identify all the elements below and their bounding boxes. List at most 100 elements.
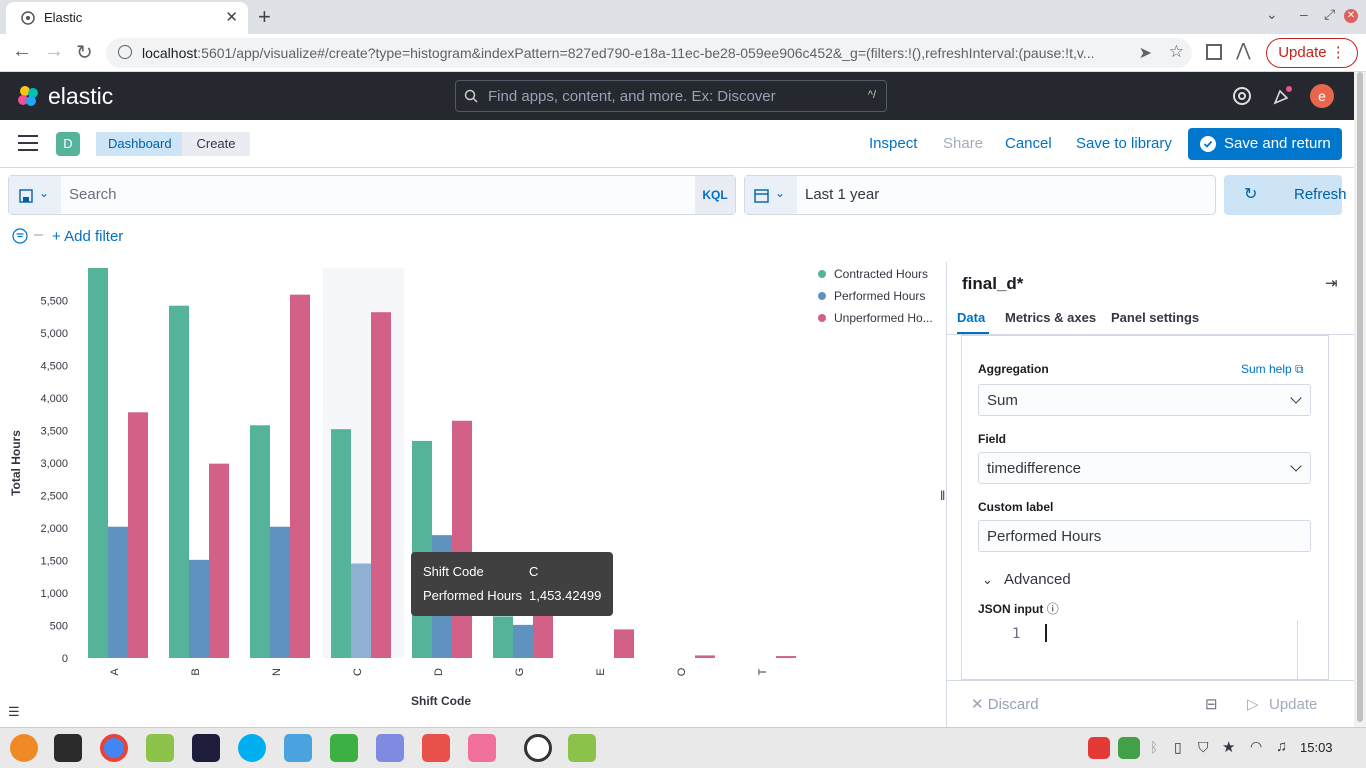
- brand-name[interactable]: elastic: [48, 83, 113, 110]
- update-button[interactable]: ▷ Update: [1231, 689, 1335, 721]
- send-icon[interactable]: ➤: [1139, 43, 1152, 63]
- auto-apply-icon[interactable]: ⊟: [1205, 695, 1218, 713]
- custom-label-input[interactable]: Performed Hours: [978, 520, 1311, 552]
- chart-bar[interactable]: [189, 559, 209, 658]
- quick-menu-button[interactable]: ⌄: [745, 176, 797, 214]
- browser-update-button[interactable]: Update ⋮: [1266, 38, 1358, 68]
- site-info-icon[interactable]: [118, 45, 132, 59]
- spreadsheet-icon[interactable]: [330, 734, 358, 762]
- chart-bar[interactable]: [108, 526, 128, 658]
- sum-help-link[interactable]: Sum help ⧉: [1241, 362, 1304, 377]
- legend-toggle-icon[interactable]: ☰: [8, 704, 20, 720]
- tab-metrics-axes[interactable]: Metrics & axes: [1005, 310, 1096, 325]
- side-panel-icon[interactable]: [1206, 44, 1222, 60]
- refresh-button[interactable]: ↻ Refresh: [1224, 175, 1347, 215]
- reload-icon[interactable]: ↻: [76, 40, 93, 65]
- collapse-sidebar-icon[interactable]: ⇥: [1325, 274, 1338, 292]
- tab-close-icon[interactable]: ✕: [225, 8, 238, 26]
- shield-icon[interactable]: ⛉: [1198, 739, 1209, 756]
- news-feed-icon[interactable]: [1272, 86, 1292, 106]
- address-bar[interactable]: localhost:5601/app/visualize#/create?typ…: [106, 38, 1192, 68]
- chart-bar[interactable]: [270, 526, 290, 658]
- anydesk-tray-icon[interactable]: [1088, 737, 1110, 759]
- filter-options-icon[interactable]: [12, 228, 28, 244]
- legend-item[interactable]: Performed Hours: [834, 289, 925, 303]
- chart-bar[interactable]: [493, 616, 513, 658]
- bluetooth-icon[interactable]: ᛒ: [1150, 739, 1158, 755]
- help-icon[interactable]: [1232, 86, 1252, 106]
- tab-panel-settings[interactable]: Panel settings: [1111, 310, 1199, 325]
- inspect-link[interactable]: Inspect: [869, 135, 917, 152]
- skype-icon[interactable]: [238, 734, 266, 762]
- forward-icon[interactable]: →: [44, 40, 64, 63]
- time-range-text[interactable]: Last 1 year: [805, 186, 879, 203]
- menu-launcher-icon[interactable]: [10, 734, 38, 762]
- advanced-chevron-icon[interactable]: ⌄: [982, 572, 993, 588]
- space-avatar[interactable]: D: [56, 132, 80, 156]
- menu-hamburger-icon[interactable]: [18, 135, 38, 151]
- text-editor-icon[interactable]: [376, 734, 404, 762]
- field-select[interactable]: timedifference: [978, 452, 1311, 484]
- scrollbar-thumb[interactable]: [1357, 72, 1363, 722]
- tab-data[interactable]: Data: [957, 310, 985, 325]
- chart-bar[interactable]: [169, 305, 189, 658]
- chart-bar[interactable]: [209, 463, 229, 658]
- breadcrumb-dashboard[interactable]: Dashboard: [96, 132, 182, 156]
- chrome-icon[interactable]: [100, 734, 128, 762]
- chart-bar[interactable]: [614, 629, 634, 658]
- save-and-return-button[interactable]: Save and return: [1188, 128, 1342, 160]
- chart-bar[interactable]: [695, 655, 715, 658]
- query-search-input[interactable]: Search: [69, 186, 117, 203]
- reader-icon[interactable]: [422, 734, 450, 762]
- browser-tab[interactable]: Elastic ✕: [6, 2, 248, 34]
- chart-bar[interactable]: [290, 294, 310, 658]
- bookmark-star-icon[interactable]: ☆: [1169, 42, 1184, 62]
- advanced-toggle[interactable]: Advanced: [1004, 571, 1071, 588]
- mint-icon[interactable]: [524, 734, 552, 762]
- user-avatar[interactable]: e: [1310, 84, 1334, 108]
- aggregation-select[interactable]: Sum: [978, 384, 1311, 416]
- back-icon[interactable]: ←: [12, 40, 32, 63]
- chart-bar[interactable]: [128, 412, 148, 658]
- clipboard-icon[interactable]: ▯: [1174, 739, 1182, 756]
- json-input-editor[interactable]: 1: [978, 620, 1298, 679]
- new-tab-icon[interactable]: +: [258, 4, 271, 30]
- share-link[interactable]: Share: [943, 135, 983, 152]
- extension-icon[interactable]: ⋀: [1236, 40, 1251, 61]
- chart-bar[interactable]: [250, 425, 270, 658]
- legend-item[interactable]: Contracted Hours: [834, 267, 928, 281]
- page-scrollbar[interactable]: [1354, 72, 1366, 727]
- legend-item[interactable]: Unperformed Ho...: [834, 311, 933, 325]
- panel-resize-handle[interactable]: ‖: [940, 488, 945, 503]
- global-search-input[interactable]: Find apps, content, and more. Ex: Discov…: [455, 80, 887, 112]
- chart-bar[interactable]: [533, 613, 553, 658]
- folder-icon[interactable]: [568, 734, 596, 762]
- files-icon[interactable]: [146, 734, 174, 762]
- minimize-icon[interactable]: –: [1300, 6, 1308, 22]
- elastic-logo-icon[interactable]: [16, 84, 40, 108]
- chart-bar[interactable]: [351, 563, 371, 658]
- cancel-link[interactable]: Cancel: [1005, 135, 1052, 152]
- workspace-icon[interactable]: [284, 734, 312, 762]
- chart-bar[interactable]: [776, 656, 796, 658]
- star-icon[interactable]: ★: [1222, 738, 1235, 756]
- chart-bar[interactable]: [331, 429, 351, 658]
- chart-bar[interactable]: [412, 440, 432, 658]
- image-viewer-icon[interactable]: [468, 734, 496, 762]
- close-window-icon[interactable]: ✕: [1344, 9, 1358, 23]
- chart-bar[interactable]: [371, 312, 391, 658]
- bar-chart[interactable]: 0 500 1,000 1,500 2,000 2,500 3,000 3,500 4,000 4…: [0, 262, 946, 727]
- wifi-icon[interactable]: ◠: [1250, 738, 1262, 755]
- update-tray-icon[interactable]: [1118, 737, 1140, 759]
- tab-list-chevron-icon[interactable]: ⌄: [1266, 6, 1278, 23]
- kql-language-toggle[interactable]: KQL: [695, 176, 735, 214]
- add-filter-button[interactable]: + Add filter: [52, 228, 123, 245]
- terminal-icon[interactable]: [54, 734, 82, 762]
- discard-button[interactable]: ✕ Discard: [971, 695, 1039, 713]
- chart-bar[interactable]: [452, 420, 472, 658]
- saved-query-button[interactable]: ⌄: [9, 176, 61, 214]
- intellij-icon[interactable]: [192, 734, 220, 762]
- chart-bar[interactable]: [513, 624, 533, 658]
- restore-icon[interactable]: ⤢: [1324, 6, 1335, 23]
- music-icon[interactable]: ♫: [1276, 738, 1287, 755]
